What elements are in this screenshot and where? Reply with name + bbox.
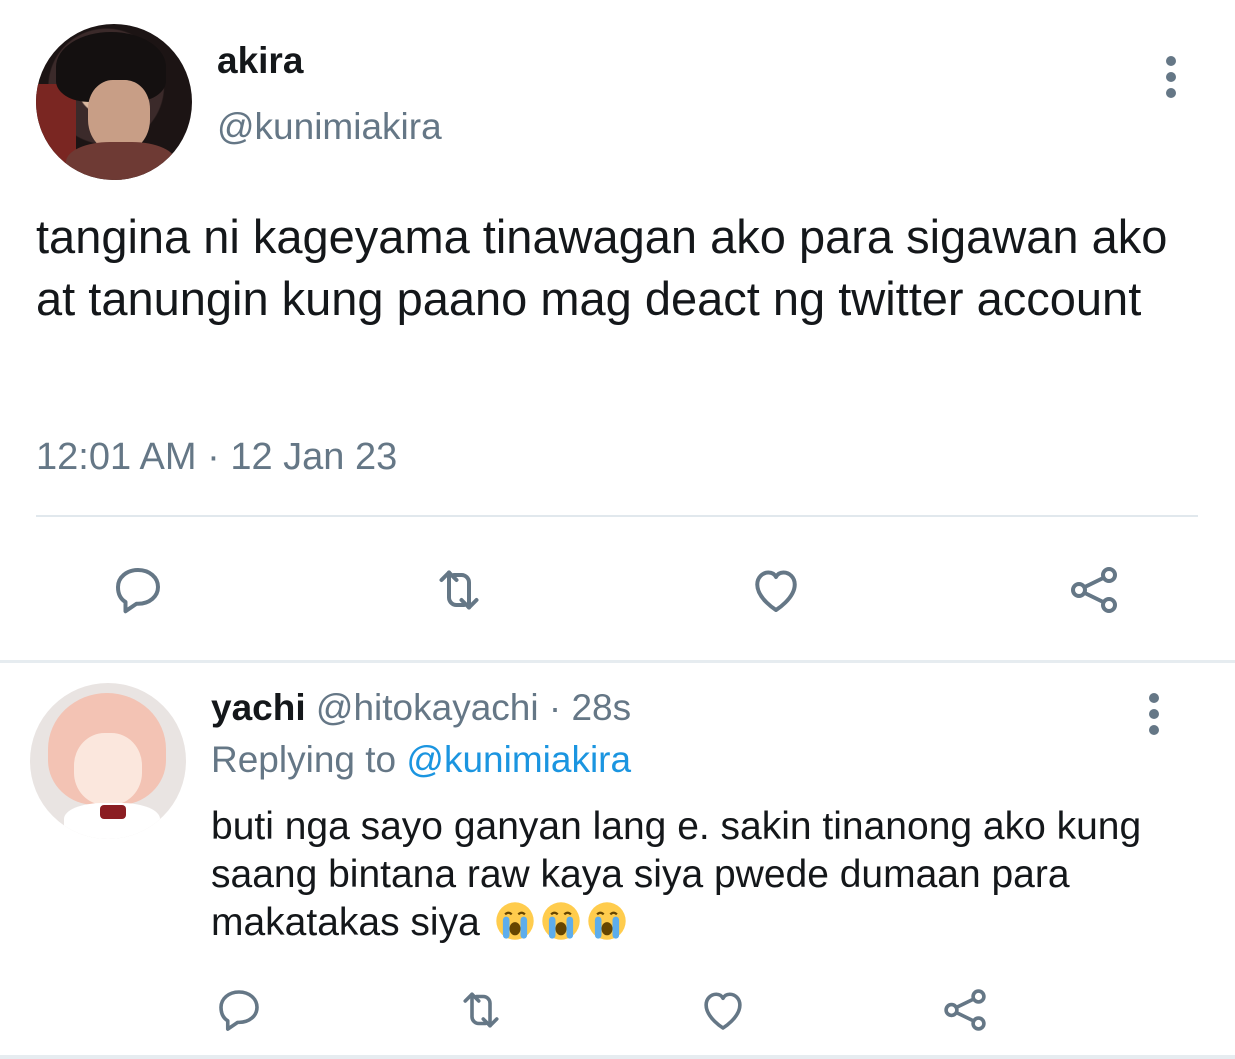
user-handle[interactable]: @kunimiakira (217, 106, 442, 148)
reply-icon[interactable] (103, 555, 173, 625)
divider (36, 515, 1198, 517)
avatar[interactable] (30, 683, 186, 839)
replying-to: Replying to @kunimiakira (211, 739, 631, 781)
main-tweet: akira @kunimiakira tangina ni kageyama t… (0, 0, 1235, 662)
tweet-text: tangina ni kageyama tinawagan ako para s… (36, 210, 1168, 325)
reply-tweet: yachi @hitokayachi · 28s Replying to @ku… (0, 663, 1235, 1059)
tweet-actions (0, 975, 1235, 1041)
tweet-timestamp[interactable]: 12:01 AM · 12 Jan 23 (36, 436, 397, 479)
separator-dot: · (548, 687, 562, 728)
loudly-crying-face-emoji (493, 899, 537, 943)
tweet-age[interactable]: 28s (571, 687, 631, 728)
reply-text-body: buti nga sayo ganyan lang e. sakin tinan… (211, 805, 1142, 944)
more-options-icon[interactable] (1141, 689, 1169, 739)
tweet-actions (0, 555, 1235, 625)
retweet-icon[interactable] (424, 555, 494, 625)
avatar[interactable] (36, 24, 192, 180)
display-name[interactable]: yachi (211, 687, 306, 728)
replying-label: Replying to (211, 739, 397, 780)
share-icon[interactable] (1059, 555, 1129, 625)
share-icon[interactable] (930, 975, 1000, 1045)
retweet-icon[interactable] (446, 975, 516, 1045)
loudly-crying-face-emoji (585, 899, 629, 943)
reply-header: yachi @hitokayachi · 28s (211, 687, 631, 729)
more-options-icon[interactable] (1158, 52, 1186, 102)
reply-text: buti nga sayo ganyan lang e. sakin tinan… (211, 803, 1201, 947)
mention-link[interactable]: @kunimiakira (406, 739, 631, 780)
loudly-crying-face-emoji (539, 899, 583, 943)
display-name[interactable]: akira (217, 40, 303, 82)
reply-icon[interactable] (204, 975, 274, 1045)
user-handle[interactable]: @hitokayachi (316, 687, 539, 728)
like-icon[interactable] (688, 975, 758, 1045)
like-icon[interactable] (741, 555, 811, 625)
separator (0, 1055, 1235, 1059)
